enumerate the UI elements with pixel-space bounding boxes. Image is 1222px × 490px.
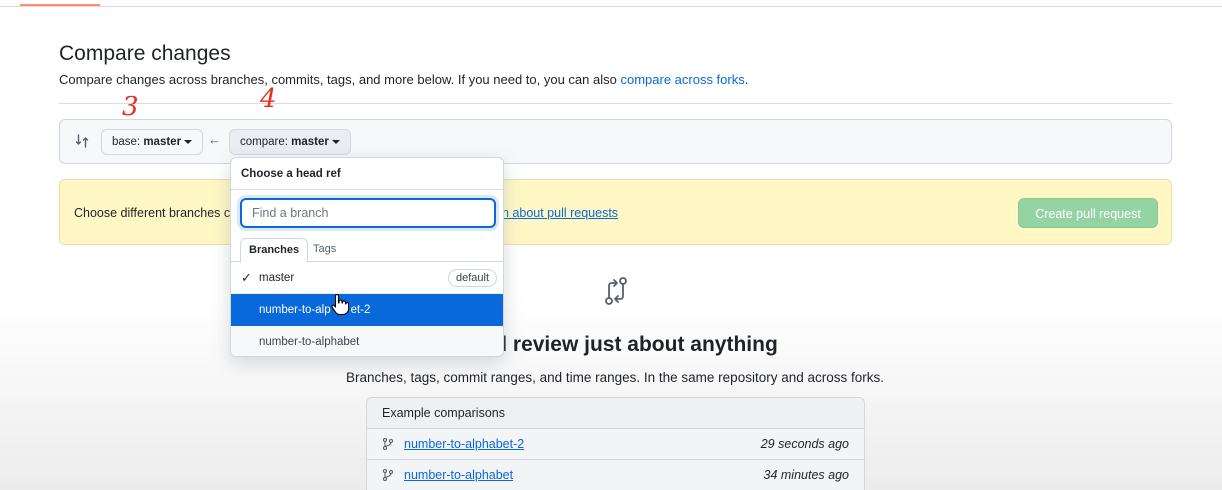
tab-branches[interactable]: Branches	[240, 238, 309, 263]
branch-item-label: number-to-alp	[259, 304, 331, 316]
handwritten-annotation-3: 3	[122, 92, 139, 122]
branch-item-number-to-alphabet-2[interactable]: number-to-alp et-2	[231, 294, 503, 326]
branch-filter-input[interactable]	[240, 198, 496, 228]
compare-prefix: compare:	[240, 136, 292, 148]
example-timestamp: 34 minutes ago	[763, 468, 849, 482]
info-flash: Choose different branches c n about pull…	[59, 179, 1172, 245]
base-branch-value: master	[143, 136, 182, 148]
git-compare-icon	[605, 277, 627, 305]
learn-about-pull-requests-link[interactable]: n about pull requests	[502, 206, 618, 220]
example-comparisons-box: Example comparisons number-to-alphabet-2…	[366, 397, 865, 490]
example-comparisons-header: Example comparisons	[367, 398, 864, 429]
compare-branch-value: master	[291, 136, 329, 148]
example-timestamp: 29 seconds ago	[760, 437, 849, 451]
blankslate-subtitle: Branches, tags, commit ranges, and time …	[346, 370, 884, 385]
base-prefix: base:	[112, 136, 144, 148]
git-branch-icon	[382, 438, 394, 450]
git-compare-icon	[75, 134, 89, 148]
section-divider	[59, 103, 1172, 104]
create-pull-request-button[interactable]: Create pull request	[1018, 198, 1158, 228]
arrow-left-icon: ←	[208, 132, 221, 147]
head-ref-dropdown: Choose a head ref Branches Tags ✓ master…	[230, 157, 504, 357]
flash-text: Choose different branches c	[74, 206, 231, 220]
branch-item-label: number-to-alphabet	[259, 336, 360, 348]
git-branch-icon	[382, 469, 394, 481]
ref-type-tabs: Branches Tags	[231, 238, 503, 263]
branch-item-label: master	[259, 272, 295, 284]
header-divider	[0, 6, 1222, 7]
handwritten-annotation-4: 4	[260, 84, 277, 114]
compare-across-forks-link[interactable]: compare across forks	[620, 72, 744, 87]
page-subtitle: Compare changes across branches, commits…	[59, 72, 748, 87]
example-row[interactable]: number-to-alphabet-2 29 seconds ago	[367, 429, 864, 460]
subtitle-end: .	[744, 72, 749, 87]
compare-range-bar: base: master ← compare: master	[59, 119, 1172, 164]
tab-tags[interactable]: Tags	[305, 238, 344, 262]
example-branch-link[interactable]: number-to-alphabet-2	[404, 437, 524, 451]
branch-item-number-to-alphabet[interactable]: number-to-alphabet	[231, 326, 503, 356]
base-branch-button[interactable]: base: master	[101, 129, 204, 155]
hand-pointer-icon	[331, 293, 349, 315]
subtitle-text: Compare changes across branches, commits…	[59, 72, 621, 87]
default-badge: default	[447, 269, 497, 287]
page-title: Compare changes	[59, 42, 231, 65]
compare-branch-button[interactable]: compare: master	[229, 129, 351, 155]
example-row[interactable]: number-to-alphabet 34 minutes ago	[367, 460, 864, 490]
caret-down-icon	[184, 139, 193, 144]
caret-down-icon	[331, 139, 340, 144]
branch-item-label-rest: et-2	[350, 304, 371, 316]
check-icon: ✓	[241, 270, 252, 285]
branch-item-master[interactable]: ✓ master default	[231, 262, 503, 294]
dropdown-title: Choose a head ref	[231, 158, 503, 190]
example-branch-link[interactable]: number-to-alphabet	[404, 468, 513, 482]
